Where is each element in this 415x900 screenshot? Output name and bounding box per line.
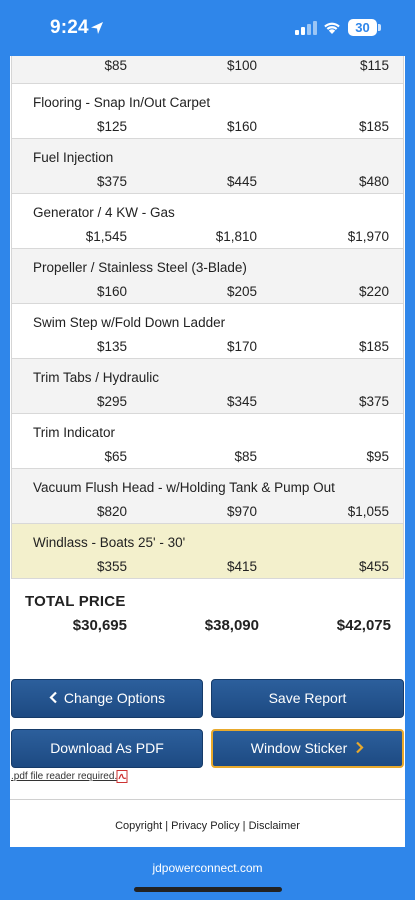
- price-retail-high: $185: [358, 119, 389, 134]
- table-row: Trim Tabs / Hydraulic $295 $345 $375: [12, 359, 403, 414]
- status-time: 9:24: [50, 17, 89, 38]
- browser-url-domain[interactable]: jdpowerconnect.com: [0, 861, 415, 875]
- option-name: Vacuum Flush Head - w/Holding Tank & Pum…: [33, 480, 335, 495]
- total-price-label: TOTAL PRICE: [25, 593, 126, 610]
- save-report-label: Save Report: [268, 690, 347, 706]
- battery-level: 30: [348, 19, 377, 36]
- option-name: Propeller / Stainless Steel (3-Blade): [33, 260, 247, 275]
- table-row: Trim Indicator $65 $85 $95: [12, 414, 403, 469]
- pdf-reader-link[interactable]: .pdf file reader required.: [11, 771, 117, 782]
- price-retail-avg: $345: [226, 394, 257, 409]
- option-name: Flooring - Snap In/Out Carpet: [33, 95, 211, 110]
- footer-divider: [10, 799, 405, 800]
- option-name: Windlass - Boats 25' - 30': [33, 535, 186, 550]
- copyright-link[interactable]: Copyright: [115, 820, 162, 832]
- price-retail-avg: $85: [234, 449, 257, 464]
- cellular-signal-icon: [295, 21, 317, 35]
- change-options-button[interactable]: Change Options: [11, 679, 203, 718]
- footer-links: Copyright | Privacy Policy | Disclaimer: [10, 820, 405, 832]
- price-retail-high: $220: [358, 284, 389, 299]
- option-name: Generator / 4 KW - Gas: [33, 205, 175, 220]
- table-row: Swim Step w/Fold Down Ladder $135 $170 $…: [12, 304, 403, 359]
- footer-separator: |: [165, 820, 169, 832]
- price-retail-avg: $1,810: [215, 229, 257, 244]
- table-row: Fuel Injection $375 $445 $480: [12, 139, 403, 194]
- table-row: $85 $100 $115: [12, 56, 403, 84]
- price-retail-high: $185: [358, 339, 389, 354]
- price-retail-avg: $160: [226, 119, 257, 134]
- table-row: Vacuum Flush Head - w/Holding Tank & Pum…: [12, 469, 403, 524]
- price-retail-avg: $170: [226, 339, 257, 354]
- option-name: Swim Step w/Fold Down Ladder: [33, 315, 226, 330]
- price-retail-low: $295: [96, 394, 127, 409]
- report-page: $85 $100 $115 Flooring - Snap In/Out Car…: [10, 56, 405, 847]
- price-retail-low: $85: [104, 58, 127, 73]
- table-row-selected: Windlass - Boats 25' - 30' $355 $415 $45…: [12, 524, 403, 579]
- price-retail-low: $375: [96, 174, 127, 189]
- save-report-button[interactable]: Save Report: [211, 679, 404, 718]
- price-retail-avg: $100: [226, 58, 257, 73]
- price-retail-low: $160: [96, 284, 127, 299]
- change-options-label: Change Options: [63, 690, 166, 706]
- price-retail-low: $355: [96, 559, 127, 574]
- options-price-table: $85 $100 $115 Flooring - Snap In/Out Car…: [11, 56, 404, 579]
- price-retail-high: $480: [358, 174, 389, 189]
- table-row: Flooring - Snap In/Out Carpet $125 $160 …: [12, 84, 403, 139]
- download-pdf-label: Download As PDF: [50, 740, 164, 756]
- window-sticker-button[interactable]: Window Sticker: [211, 729, 404, 768]
- table-row: Generator / 4 KW - Gas $1,545 $1,810 $1,…: [12, 194, 403, 249]
- price-retail-high: $1,970: [347, 229, 389, 244]
- option-name: Fuel Injection: [33, 150, 114, 165]
- total-price-low: $30,695: [72, 617, 127, 634]
- price-retail-high: $455: [358, 559, 389, 574]
- status-bar: 9:24 30: [0, 0, 415, 56]
- price-retail-avg: $970: [226, 504, 257, 519]
- total-price-avg: $38,090: [204, 617, 259, 634]
- download-pdf-button[interactable]: Download As PDF: [11, 729, 203, 768]
- footer-separator: |: [242, 820, 246, 832]
- window-sticker-label: Window Sticker: [250, 740, 348, 756]
- total-price-high: $42,075: [336, 617, 391, 634]
- chevron-right-icon: [356, 741, 364, 754]
- chevron-left-icon: [49, 691, 57, 704]
- battery-cap-icon: [378, 24, 381, 31]
- home-indicator[interactable]: [134, 887, 282, 892]
- wifi-icon: [324, 22, 340, 34]
- price-retail-avg: $415: [226, 559, 257, 574]
- price-retail-high: $95: [366, 449, 389, 464]
- pdf-file-icon[interactable]: [116, 770, 129, 783]
- price-retail-low: $820: [96, 504, 127, 519]
- price-retail-high: $115: [359, 58, 389, 73]
- price-retail-low: $125: [96, 119, 127, 134]
- privacy-policy-link[interactable]: Privacy Policy: [171, 820, 239, 832]
- price-retail-high: $375: [358, 394, 389, 409]
- location-arrow-icon: [91, 22, 103, 34]
- table-row: Propeller / Stainless Steel (3-Blade) $1…: [12, 249, 403, 304]
- price-retail-avg: $445: [226, 174, 257, 189]
- price-retail-low: $65: [104, 449, 127, 464]
- price-retail-avg: $205: [226, 284, 257, 299]
- price-retail-low: $1,545: [85, 229, 127, 244]
- disclaimer-link[interactable]: Disclaimer: [249, 820, 300, 832]
- option-name: Trim Tabs / Hydraulic: [33, 370, 160, 385]
- option-name: Trim Indicator: [33, 425, 116, 440]
- price-retail-low: $135: [96, 339, 127, 354]
- price-retail-high: $1,055: [347, 504, 389, 519]
